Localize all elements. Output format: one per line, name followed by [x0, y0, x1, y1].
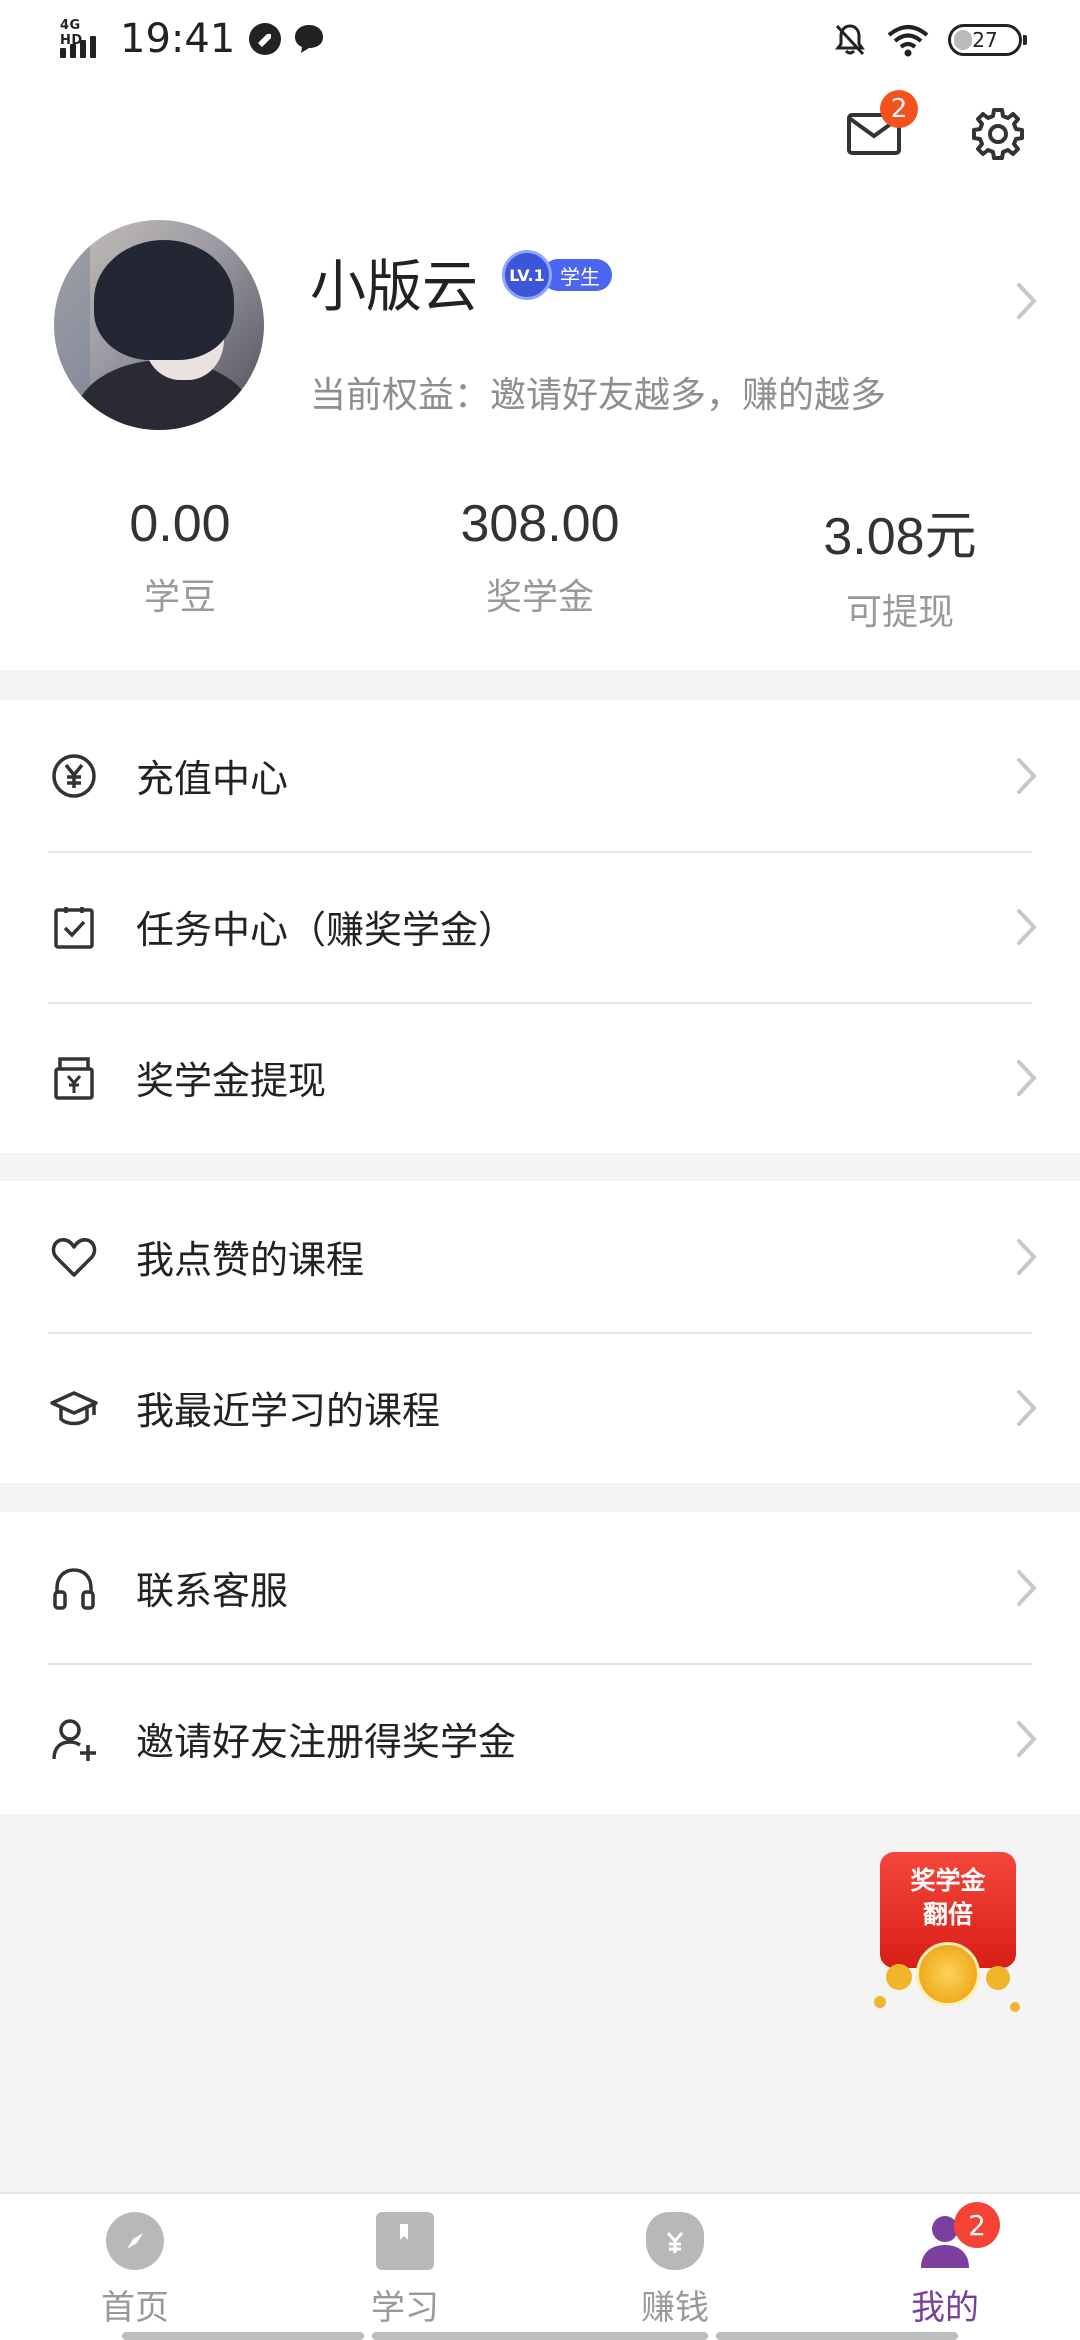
menu-item-task-center[interactable]: 任务中心（赚奖学金）	[0, 851, 1080, 1002]
chevron-right-icon[interactable]	[1014, 280, 1040, 322]
tab-earn[interactable]: 赚钱	[540, 2194, 810, 2340]
menu-label: 我最近学习的课程	[136, 1389, 441, 1433]
stats-row: 0.00 学豆 308.00 奖学金 3.08元 可提现	[0, 494, 1080, 635]
menu-item-withdraw[interactable]: 奖学金提现	[0, 1002, 1080, 1153]
level-medal-icon: LV.1	[502, 250, 552, 300]
menu-item-invite-friends[interactable]: 邀请好友注册得奖学金	[0, 1663, 1080, 1814]
user-name[interactable]: 小版云	[310, 242, 478, 323]
battery-icon: 27	[948, 24, 1027, 56]
menu-label: 联系客服	[136, 1569, 289, 1613]
level-badge: LV.1 学生	[502, 250, 612, 300]
battery-text: 27	[972, 28, 998, 52]
menu-item-recharge[interactable]: 充值中心	[0, 700, 1080, 851]
yuan-coin-icon	[48, 750, 100, 802]
app-notification-icon	[249, 23, 282, 55]
wallet-yuan-icon	[48, 1052, 100, 1104]
gold-coin-icon	[916, 1942, 980, 2006]
stat-label: 奖学金	[485, 577, 594, 618]
wifi-icon	[887, 25, 929, 57]
tab-label: 我的	[911, 2288, 979, 2328]
promo-line-1: 奖学金	[910, 1866, 986, 1895]
scholarship-double-promo[interactable]: 奖学金 翻倍	[866, 1846, 1030, 2020]
chevron-right-icon	[1017, 908, 1037, 945]
stat-label: 可提现	[845, 592, 954, 633]
level-text: LV.1	[509, 265, 545, 285]
promo-line-2: 翻倍	[922, 1900, 973, 1929]
status-time: 19:41	[120, 16, 236, 62]
stat-value: 0.00	[129, 495, 231, 553]
settings-button[interactable]	[966, 102, 1030, 166]
tab-label: 学习	[371, 2288, 439, 2328]
avatar[interactable]	[54, 220, 264, 430]
gear-icon	[972, 108, 1024, 160]
stat-value: 3.08元	[823, 508, 977, 566]
menu-item-customer-service[interactable]: 联系客服	[0, 1512, 1080, 1663]
gesture-bar	[122, 2332, 364, 2340]
bell-muted-icon	[835, 24, 865, 56]
bottom-tab-bar: 首页 学习 赚钱 我的 2	[0, 2192, 1080, 2340]
chevron-right-icon	[1017, 1389, 1037, 1426]
graduation-cap-icon	[48, 1382, 100, 1434]
status-bar: 4G HD 19:41 27	[0, 0, 1080, 84]
mail-badge: 2	[880, 90, 918, 128]
tab-label: 赚钱	[641, 2288, 709, 2328]
chevron-right-icon	[1017, 1059, 1037, 1096]
tab-label: 首页	[101, 2288, 169, 2328]
message-notification-icon	[295, 25, 324, 53]
stat-withdrawable[interactable]: 3.08元 可提现	[720, 494, 1080, 635]
menu-label: 我点赞的课程	[136, 1238, 365, 1282]
gesture-bar	[716, 2332, 958, 2340]
privilege-text: 当前权益：邀请好友越多，赚的越多	[310, 375, 887, 416]
menu-label: 充值中心	[136, 757, 289, 801]
tab-study[interactable]: 学习	[270, 2194, 540, 2340]
menu-group-finance: 充值中心 任务中心（赚奖学金） 奖学金提现	[0, 700, 1080, 1153]
compass-icon	[106, 2212, 164, 2270]
role-tag: 学生	[542, 259, 612, 291]
profile-section: 2 小版云 LV.1 学生 当前权益：邀请好友越多，赚的越多 0.00 学豆 3…	[0, 84, 1080, 670]
chevron-right-icon	[1017, 757, 1037, 794]
menu-label: 邀请好友注册得奖学金	[136, 1720, 517, 1764]
book-icon	[376, 2212, 434, 2270]
tab-badge: 2	[954, 2202, 1000, 2248]
tab-home[interactable]: 首页	[0, 2194, 270, 2340]
add-user-icon	[48, 1713, 100, 1765]
menu-item-liked-courses[interactable]: 我点赞的课程	[0, 1181, 1080, 1332]
clipboard-check-icon	[48, 901, 100, 953]
stat-value: 308.00	[460, 495, 620, 553]
menu-item-recent-courses[interactable]: 我最近学习的课程	[0, 1332, 1080, 1483]
stat-xuedou[interactable]: 0.00 学豆	[0, 494, 360, 635]
menu-group-courses: 我点赞的课程 我最近学习的课程	[0, 1181, 1080, 1483]
menu-label: 奖学金提现	[136, 1059, 327, 1103]
gesture-bar	[372, 2332, 708, 2340]
cellular-signal-icon: 4G HD	[58, 16, 108, 62]
money-bag-icon	[646, 2212, 704, 2270]
messages-button[interactable]: 2	[842, 90, 918, 166]
headphones-icon	[48, 1562, 100, 1614]
header-actions: 2	[842, 90, 1030, 166]
status-bar-right: 27	[832, 22, 1027, 58]
chevron-right-icon	[1017, 1238, 1037, 1275]
tab-me[interactable]: 我的 2	[810, 2194, 1080, 2340]
menu-group-support: 联系客服 邀请好友注册得奖学金	[0, 1512, 1080, 1814]
menu-label: 任务中心（赚奖学金）	[136, 908, 517, 952]
status-bar-left: 4G HD 19:41	[58, 16, 335, 62]
chevron-right-icon	[1017, 1569, 1037, 1606]
chevron-right-icon	[1017, 1720, 1037, 1757]
stat-scholarship[interactable]: 308.00 奖学金	[360, 494, 720, 635]
heart-icon	[48, 1231, 100, 1283]
stat-label: 学豆	[143, 577, 216, 618]
